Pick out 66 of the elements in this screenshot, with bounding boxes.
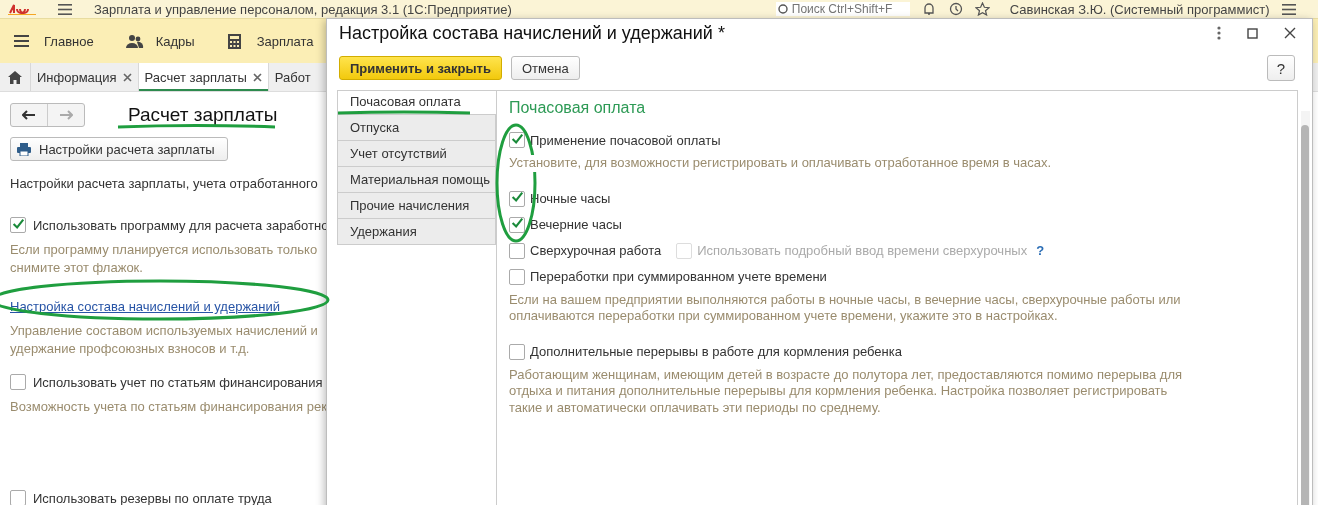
cancel-button[interactable]: Отмена — [510, 56, 580, 80]
tab[interactable]: Удержания — [337, 219, 496, 245]
close-icon[interactable] — [122, 73, 132, 82]
description-text: Настройки расчета зарплаты, учета отработанного — [10, 175, 319, 193]
dialog-title: Настройка состава начислений и удержаний * — [339, 22, 726, 44]
more-icon[interactable] — [1217, 26, 1221, 40]
logo-icon — [8, 3, 36, 15]
hint-text: удержание профсоюзных взносов и т.д. — [10, 340, 251, 358]
people-icon — [125, 33, 144, 49]
search-field[interactable]: Поиск Ctrl+Shift+F — [775, 2, 910, 16]
tab[interactable]: Прочие начисления — [337, 193, 496, 219]
app-title: Зарплата и управление персоналом, редакция 3.1 (1С:Предприятие) — [94, 1, 512, 17]
checkbox-label: Применение почасовой оплаты — [530, 132, 721, 148]
settings-button[interactable]: Настройки расчета зарплаты — [10, 137, 228, 161]
hint-text: Возможность учета по статьям финансирования рек — [10, 398, 326, 416]
tab[interactable]: Учет отсутствий — [337, 141, 496, 167]
checkbox[interactable] — [509, 242, 525, 259]
checkbox[interactable] — [509, 268, 525, 285]
tab[interactable]: Работ — [267, 63, 317, 91]
hint-text: Управление составом используемых начислений и — [10, 322, 319, 340]
checkbox[interactable] — [10, 217, 26, 233]
menu-icon — [14, 33, 32, 49]
section-item[interactable]: Кадры — [125, 33, 195, 49]
tab[interactable]: Материальная помощь — [337, 167, 496, 193]
arrow-left-icon — [22, 110, 36, 120]
search-icon — [777, 3, 789, 15]
section-heading: Почасовая оплата — [509, 99, 647, 117]
help-button[interactable]: ? — [1267, 55, 1295, 81]
checkbox-label: Использовать учет по статьям финансирования — [33, 374, 323, 390]
checkbox-label: Переработки при суммированном учете времени — [530, 269, 827, 284]
hint-text: Если программу планируется использовать только — [10, 241, 319, 259]
close-icon[interactable] — [252, 73, 262, 82]
tab[interactable]: Почасовая оплата — [337, 90, 496, 115]
checkbox-label: Сверхурочная работа — [530, 243, 662, 258]
tab[interactable]: Расчет зарплаты — [137, 63, 268, 91]
checkbox-label: Вечерние часы — [530, 217, 622, 232]
checkbox[interactable] — [509, 343, 525, 360]
hint-text: Установите, для возможности регистрировать и оплачивать отработанное время в часах. — [509, 155, 1052, 172]
arrow-right-icon — [59, 110, 73, 120]
close-icon[interactable] — [1284, 27, 1296, 39]
checkbox[interactable] — [10, 374, 26, 390]
page-title: Расчет зарплаты — [128, 104, 278, 126]
navigation-buttons[interactable] — [10, 103, 85, 127]
checkbox[interactable] — [509, 190, 525, 207]
checkbox[interactable] — [509, 132, 525, 148]
star-icon[interactable] — [974, 2, 990, 16]
maximize-icon[interactable] — [1247, 27, 1258, 39]
tab[interactable]: Информация — [30, 63, 138, 91]
checkbox-label: Использовать программу для расчета заработно — [33, 217, 329, 233]
section-item[interactable]: Главное — [14, 33, 94, 49]
section-item[interactable]: Зарплата — [226, 33, 314, 49]
apply-button[interactable]: Применить и закрыть — [339, 56, 502, 80]
history-icon[interactable] — [947, 2, 963, 16]
checkbox-label: Дополнительные перерывы в работе для кормления ребенка — [530, 344, 902, 359]
menu-icon[interactable] — [58, 3, 72, 15]
bell-icon[interactable] — [921, 2, 936, 16]
checkbox-label: Использовать резервы по оплате труда — [33, 490, 272, 505]
tab[interactable]: Отпуска — [337, 115, 496, 141]
checkbox[interactable] — [10, 490, 26, 505]
printer-icon — [17, 142, 31, 156]
checkbox[interactable] — [509, 216, 525, 233]
home-icon — [8, 70, 22, 84]
menu-icon[interactable] — [1281, 3, 1296, 15]
user-name[interactable]: Савинская З.Ю. (Системный программист) — [1009, 1, 1270, 17]
checkbox-label: Использовать подробный ввод времени сверхурочных — [697, 243, 1028, 258]
hint-text: снимите этот флажок. — [10, 259, 144, 277]
